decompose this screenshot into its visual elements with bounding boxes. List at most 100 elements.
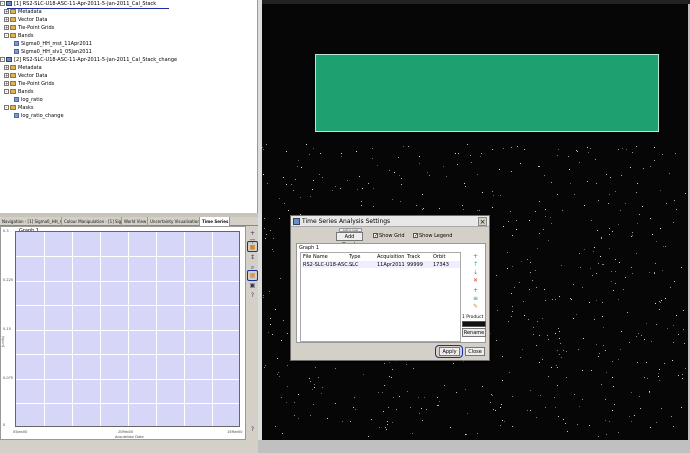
image-speckle <box>670 287 671 288</box>
tiepoint-label: Tie-Point Grids <box>18 25 55 31</box>
image-speckle <box>672 360 673 361</box>
color-swatch[interactable] <box>462 321 486 327</box>
show-grid-checkbox[interactable]: ✓Show Grid <box>373 233 405 240</box>
image-speckle <box>547 335 548 336</box>
collapse-icon[interactable]: - <box>0 57 5 62</box>
export-icon[interactable]: ▣ <box>249 282 256 289</box>
folder-icon <box>10 89 16 94</box>
image-speckle <box>512 266 513 267</box>
image-speckle <box>533 327 534 328</box>
image-speckle <box>649 392 650 393</box>
image-speckle <box>355 409 356 410</box>
tab-colour-manipulation[interactable]: Colour Manipulation - [1] Sigma0_HH... <box>62 217 122 226</box>
image-speckle <box>535 270 536 271</box>
image-speckle <box>566 351 567 352</box>
tree-tiepoint-1[interactable]: + Tie-Point Grids <box>4 24 54 32</box>
tree-bands-1[interactable]: - Bands <box>4 32 33 40</box>
image-speckle <box>520 357 521 358</box>
cell-type: SLC <box>349 262 359 268</box>
change-detection-roi[interactable] <box>315 54 659 132</box>
folder-icon <box>10 105 16 110</box>
edit-icon[interactable]: ✎ <box>472 303 479 310</box>
tree-tiepoint-2[interactable]: + Tie-Point Grids <box>4 80 54 88</box>
tree-band-2a[interactable]: log_ratio <box>14 96 43 104</box>
expand-icon[interactable]: + <box>4 25 9 30</box>
image-speckle <box>347 180 348 181</box>
tree-metadata-1[interactable]: + Metadata <box>4 8 42 16</box>
image-speckle <box>393 397 394 398</box>
expand-icon[interactable]: + <box>4 17 9 22</box>
move-up-icon[interactable]: ⇡ <box>472 261 479 268</box>
add-icon[interactable]: + <box>472 287 479 294</box>
folder-icon <box>10 25 16 30</box>
image-speckle <box>501 404 502 405</box>
collapse-icon[interactable]: - <box>0 1 5 6</box>
sort-icon[interactable]: ≡ <box>472 295 479 302</box>
collapse-icon[interactable]: - <box>4 33 9 38</box>
image-speckle <box>660 190 661 191</box>
tree-mask-2a[interactable]: log_ratio_change <box>14 112 64 120</box>
image-speckle <box>551 182 552 183</box>
image-speckle <box>654 160 655 161</box>
checkbox-icon[interactable]: ✓ <box>413 233 418 239</box>
image-speckle <box>389 170 390 171</box>
show-legend-checkbox[interactable]: ✓Show Legend <box>413 233 452 240</box>
show-settings-icon[interactable]: ▦ <box>249 272 256 279</box>
collapse-icon[interactable]: - <box>4 89 9 94</box>
image-speckle <box>637 223 638 224</box>
image-speckle <box>361 205 362 206</box>
graph-plot-area[interactable] <box>15 231 240 427</box>
tree-bands-2[interactable]: - Bands <box>4 88 33 96</box>
image-speckle <box>424 397 425 398</box>
grid-line <box>128 232 129 426</box>
expand-icon[interactable]: + <box>4 81 9 86</box>
image-speckle <box>650 218 651 219</box>
expand-icon[interactable]: + <box>4 9 9 14</box>
image-speckle <box>601 237 602 238</box>
close-button[interactable]: Close <box>465 347 485 356</box>
image-speckle <box>279 376 280 377</box>
close-icon[interactable]: × <box>478 217 487 226</box>
expand-icon[interactable]: + <box>4 65 9 70</box>
image-speckle <box>372 148 373 149</box>
image-speckle <box>401 178 402 179</box>
apply-button[interactable]: Apply <box>439 347 460 356</box>
checkbox-icon[interactable]: ✓ <box>373 233 378 239</box>
settings-icon[interactable]: ■ <box>249 244 256 251</box>
tree-vector-2[interactable]: + Vector Data <box>4 72 47 80</box>
tab-uncertainty[interactable]: Uncertainty Visualisation <box>148 217 200 226</box>
image-speckle <box>283 177 284 178</box>
expand-icon[interactable]: + <box>4 73 9 78</box>
move-down-icon[interactable]: ⇣ <box>472 269 479 276</box>
product-icon <box>6 1 12 6</box>
tab-time-series[interactable]: Time Series <box>200 217 230 226</box>
zoom-in-icon[interactable]: + <box>249 230 256 237</box>
collapse-icon[interactable]: - <box>4 105 9 110</box>
pin-icon[interactable]: ↕ <box>249 254 256 261</box>
image-speckle <box>646 362 647 363</box>
tree-masks-2[interactable]: - Masks <box>4 104 33 112</box>
image-speckle <box>278 372 279 373</box>
image-speckle <box>631 267 632 268</box>
image-speckle <box>497 310 498 311</box>
rename-button[interactable]: Rename <box>462 328 486 337</box>
tree-metadata-2[interactable]: + Metadata <box>4 64 42 72</box>
tree-product-2[interactable]: - [2] RS2-SLC-U18-ASC-11-Apr-2011-5-Jan-2… <box>0 56 177 64</box>
tree-band-1b[interactable]: Sigma0_HH_slv1_05Jan2011 <box>14 48 92 56</box>
image-speckle <box>383 411 384 412</box>
tree-product-1[interactable]: - [1] RS2-SLC-U18-ASC-11-Apr-2011-5-Jan-2… <box>0 0 156 8</box>
tab-world-view[interactable]: World View <box>122 217 148 226</box>
image-speckle <box>287 386 288 387</box>
help-icon[interactable]: ? <box>249 426 256 433</box>
tree-vector-1[interactable]: + Vector Data <box>4 16 47 24</box>
image-speckle <box>536 345 537 346</box>
tab-navigation[interactable]: Navigation - [1] Sigma0_HH_mst_11Ap... <box>0 217 62 226</box>
tree-band-1a[interactable]: Sigma0_HH_mst_11Apr2011 <box>14 40 92 48</box>
add-graph-button[interactable]: Add Graph <box>336 232 363 248</box>
remove-icon[interactable]: ✕ <box>472 277 479 284</box>
image-speckle <box>384 363 385 364</box>
help-icon[interactable]: ? <box>249 292 256 299</box>
image-speckle <box>655 303 656 304</box>
add-product-icon[interactable]: + <box>472 253 479 260</box>
image-speckle <box>287 333 288 334</box>
